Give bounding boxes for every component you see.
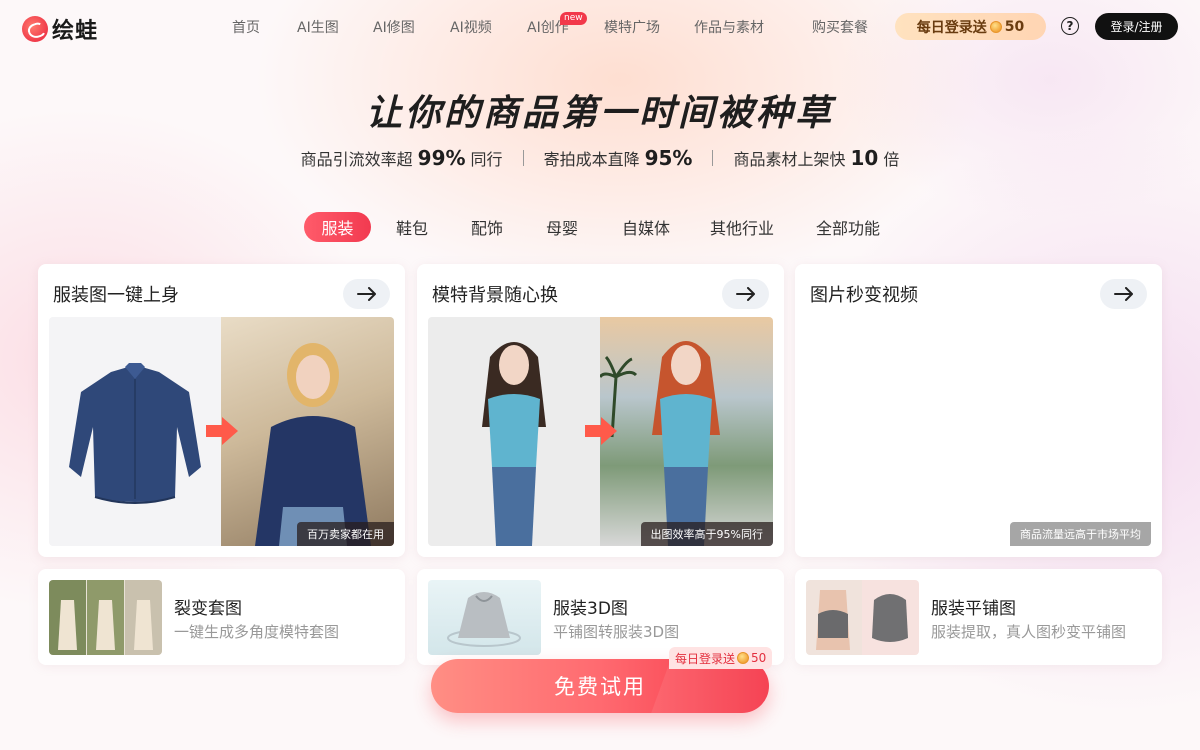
nav-item-model-plaza[interactable]: 模特广场 bbox=[604, 17, 660, 37]
nav-item-buy-plan[interactable]: 购买套餐 bbox=[812, 17, 868, 37]
mini-card-title: 服装3D图 bbox=[553, 599, 628, 619]
arrow-right-icon bbox=[1113, 287, 1133, 301]
feature-card-background-swap[interactable]: 模特背景随心换 出图效率高于95%同行 bbox=[417, 264, 784, 557]
stat-traffic: 商品引流效率超 99% 同行 bbox=[301, 146, 503, 170]
mini-card-fission-set[interactable]: 裂变套图 一键生成多角度模特套图 bbox=[38, 569, 405, 665]
nav-item-ai-video[interactable]: AI视频 bbox=[450, 17, 492, 37]
arrow-right-icon bbox=[735, 287, 755, 301]
tab-other-industries[interactable]: 其他行业 bbox=[704, 212, 780, 242]
brand-name: 绘蛙 bbox=[52, 19, 99, 44]
card-badge: 百万卖家都在用 bbox=[297, 522, 394, 546]
fission-set-thumbnail bbox=[49, 580, 162, 655]
stat-divider bbox=[522, 150, 524, 166]
clothing-3d-thumbnail bbox=[428, 580, 541, 655]
feature-card-outfit-tryon[interactable]: 服装图一键上身 百万卖家都在用 bbox=[38, 264, 405, 557]
video-preview-area: 商品流量远高于市场平均 bbox=[806, 317, 1151, 546]
card-title: 图片秒变视频 bbox=[810, 285, 918, 306]
stat-prefix: 寄拍成本直降 bbox=[543, 150, 640, 169]
tab-shoes-bags[interactable]: 鞋包 bbox=[386, 212, 438, 242]
free-trial-label: 免费试用 bbox=[554, 675, 646, 699]
cta-badge-amount: 50 bbox=[751, 651, 767, 665]
flat-lay-thumbnail bbox=[806, 580, 919, 655]
stat-value: 10 bbox=[850, 146, 879, 170]
coin-icon bbox=[989, 20, 1002, 33]
hero-stats: 商品引流效率超 99% 同行 寄拍成本直降 95% 商品素材上架快 10 倍 bbox=[0, 146, 1200, 170]
hero-title: 让你的商品第一时间被种草 bbox=[365, 93, 834, 134]
tab-mother-baby[interactable]: 母婴 bbox=[536, 212, 588, 242]
coin-icon bbox=[737, 652, 750, 664]
stat-divider bbox=[712, 150, 714, 166]
before-after-image: 出图效率高于95%同行 bbox=[428, 317, 773, 546]
card-badge: 出图效率高于95%同行 bbox=[640, 522, 773, 546]
brand-logo[interactable]: 绘蛙 bbox=[22, 13, 98, 45]
nav-item-works-materials[interactable]: 作品与素材 bbox=[694, 17, 764, 37]
top-header: 绘蛙 首页 AI生图 AI修图 AI视频 AI创作 new 模特广场 作品与素材… bbox=[0, 0, 1200, 54]
mini-card-subtitle: 平铺图转服装3D图 bbox=[553, 623, 680, 641]
arrow-right-button[interactable] bbox=[1100, 279, 1147, 309]
nav-item-ai-image[interactable]: AI生图 bbox=[297, 17, 339, 37]
model-beach-background-image bbox=[598, 317, 773, 546]
daily-login-label: 每日登录送 bbox=[916, 19, 987, 36]
mini-card-title: 服装平铺图 bbox=[931, 599, 1016, 619]
feature-card-image-to-video[interactable]: 图片秒变视频 商品流量远高于市场平均 bbox=[795, 264, 1162, 557]
shirt-flatlay-image bbox=[49, 317, 222, 546]
card-title: 服装图一键上身 bbox=[53, 285, 179, 306]
nav-item-ai-retouch[interactable]: AI修图 bbox=[373, 17, 415, 37]
help-icon[interactable]: ? bbox=[1061, 17, 1079, 35]
stat-value: 99% bbox=[417, 146, 466, 170]
mini-card-subtitle: 一键生成多角度模特套图 bbox=[174, 623, 340, 641]
cta-badge-label: 每日登录送 bbox=[675, 651, 736, 666]
before-after-image: 百万卖家都在用 bbox=[49, 317, 394, 546]
arrow-right-button[interactable] bbox=[722, 279, 769, 309]
card-badge: 商品流量远高于市场平均 bbox=[1010, 522, 1151, 546]
model-plain-background-image bbox=[428, 317, 601, 546]
mini-card-flat-lay[interactable]: 服装平铺图 服装提取，真人图秒变平铺图 bbox=[795, 569, 1162, 665]
stat-suffix: 同行 bbox=[470, 150, 503, 169]
brand-logo-icon bbox=[22, 16, 48, 42]
card-title: 模特背景随心换 bbox=[432, 285, 558, 306]
daily-login-amount: 50 bbox=[1004, 18, 1025, 35]
stat-speed: 商品素材上架快 10 倍 bbox=[733, 146, 899, 170]
transform-arrow-icon bbox=[206, 417, 238, 445]
tab-accessories[interactable]: 配饰 bbox=[461, 212, 513, 242]
model-wearing-shirt-image bbox=[221, 317, 394, 546]
mini-card-title: 裂变套图 bbox=[174, 599, 242, 619]
cta-daily-login-badge: 每日登录送 50 bbox=[669, 647, 773, 669]
stat-prefix: 商品引流效率超 bbox=[300, 150, 413, 169]
stat-cost: 寄拍成本直降 95% bbox=[544, 146, 693, 170]
new-badge: new bbox=[560, 12, 587, 25]
tab-all-features[interactable]: 全部功能 bbox=[810, 212, 886, 242]
nav-item-home[interactable]: 首页 bbox=[232, 17, 260, 37]
arrow-right-button[interactable] bbox=[343, 279, 390, 309]
transform-arrow-icon bbox=[585, 417, 617, 445]
stat-value: 95% bbox=[644, 146, 693, 170]
daily-login-reward-button[interactable]: 每日登录送 50 bbox=[895, 13, 1046, 40]
stat-prefix: 商品素材上架快 bbox=[733, 150, 846, 169]
mini-card-subtitle: 服装提取，真人图秒变平铺图 bbox=[931, 623, 1127, 641]
tab-self-media[interactable]: 自媒体 bbox=[612, 212, 680, 242]
arrow-right-icon bbox=[356, 287, 376, 301]
stat-suffix: 倍 bbox=[883, 150, 900, 169]
login-register-button[interactable]: 登录/注册 bbox=[1095, 13, 1178, 40]
tab-clothing[interactable]: 服装 bbox=[304, 212, 371, 242]
